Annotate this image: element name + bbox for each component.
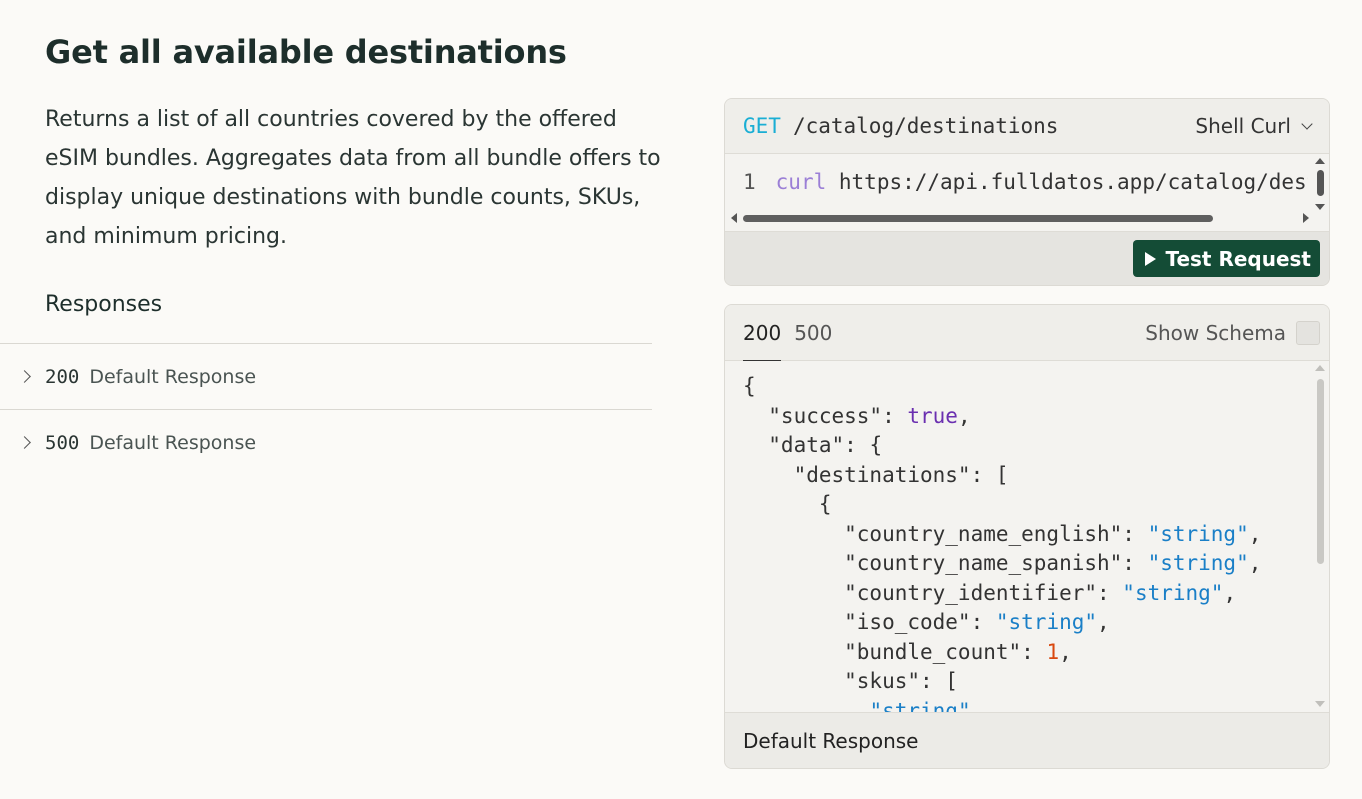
language-select-label: Shell Curl: [1195, 114, 1291, 138]
tab-500[interactable]: 500: [794, 305, 832, 361]
tab-200[interactable]: 200: [743, 305, 782, 362]
json-line: "string": [869, 698, 971, 713]
response-footer: Default Response: [725, 712, 1329, 768]
code-command: curl: [775, 170, 827, 194]
chevron-right-icon: [18, 369, 31, 383]
json-line: "country_name_english": "string",: [743, 521, 1262, 546]
code-line: 1 curl https://api.fulldatos.app/catalog/…: [743, 170, 1308, 194]
code-url: https://api.fulldatos.app/catalog/destin…: [838, 170, 1308, 194]
test-request-button[interactable]: Test Request: [1133, 240, 1320, 277]
response-header: 200 500 Show Schema: [725, 305, 1329, 362]
code-sample[interactable]: 1 curl https://api.fulldatos.app/catalog/…: [725, 154, 1329, 232]
response-label: Default Response: [89, 431, 257, 454]
test-request-label: Test Request: [1165, 246, 1311, 271]
request-panel: GET /catalog/destinations Shell Curl 1 cu…: [724, 98, 1330, 286]
scroll-up-arrow[interactable]: [1315, 365, 1325, 371]
json-line: "iso_code": "string",: [743, 610, 1110, 634]
scroll-left-arrow[interactable]: [731, 213, 737, 223]
endpoint-description: Returns a list of all countries covered …: [45, 107, 661, 249]
scroll-right-arrow[interactable]: [1303, 213, 1309, 223]
json-line: "skus": [: [743, 669, 958, 693]
show-schema-toggle[interactable]: Show Schema: [1145, 320, 1320, 345]
vertical-scrollbar[interactable]: [1317, 170, 1324, 196]
chevron-down-icon: [1301, 117, 1313, 130]
request-header: GET /catalog/destinations Shell Curl: [725, 99, 1329, 154]
horizontal-scrollbar[interactable]: [743, 215, 1213, 222]
json-line: "bundle_count": 1,: [743, 639, 1072, 664]
scroll-down-arrow[interactable]: [1315, 701, 1325, 707]
vertical-scrollbar[interactable]: [1317, 379, 1324, 564]
chevron-right-icon: [18, 435, 31, 449]
show-schema-label: Show Schema: [1145, 320, 1286, 345]
json-code: { "success": true, "data": { "destinatio…: [743, 372, 1261, 712]
responses-list: 200 Default Response 500 Default Respons…: [0, 343, 652, 475]
scroll-up-arrow[interactable]: [1315, 158, 1325, 164]
response-row-500[interactable]: 500 Default Response: [0, 409, 652, 475]
response-json[interactable]: { "success": true, "data": { "destinatio…: [725, 361, 1329, 712]
json-line: "country_identifier": "string",: [743, 580, 1237, 605]
json-line: {: [743, 492, 832, 516]
line-number: 1: [743, 170, 756, 194]
json-line: {: [743, 374, 756, 398]
json-line: "data": {: [743, 433, 883, 457]
show-schema-checkbox[interactable]: [1296, 320, 1320, 345]
request-footer: Test Request: [725, 232, 1329, 285]
response-row-200[interactable]: 200 Default Response: [0, 343, 652, 409]
language-select[interactable]: Shell Curl: [1195, 114, 1313, 138]
endpoint-path: /catalog/destinations: [792, 114, 1059, 138]
play-icon: [1145, 251, 1157, 266]
http-method: GET: [743, 114, 781, 138]
response-code: 200: [45, 365, 80, 388]
json-line: "destinations": [: [743, 462, 1009, 487]
responses-heading: Responses: [45, 292, 163, 317]
response-label: Default Response: [89, 365, 257, 388]
json-line: "country_name_spanish": "string",: [743, 551, 1262, 575]
response-panel: 200 500 Show Schema { "success": true, "…: [724, 304, 1330, 769]
scroll-down-arrow[interactable]: [1315, 204, 1325, 210]
response-code: 500: [45, 431, 80, 454]
json-line: "success": true,: [743, 403, 971, 428]
page-title: Get all available destinations: [45, 33, 567, 71]
